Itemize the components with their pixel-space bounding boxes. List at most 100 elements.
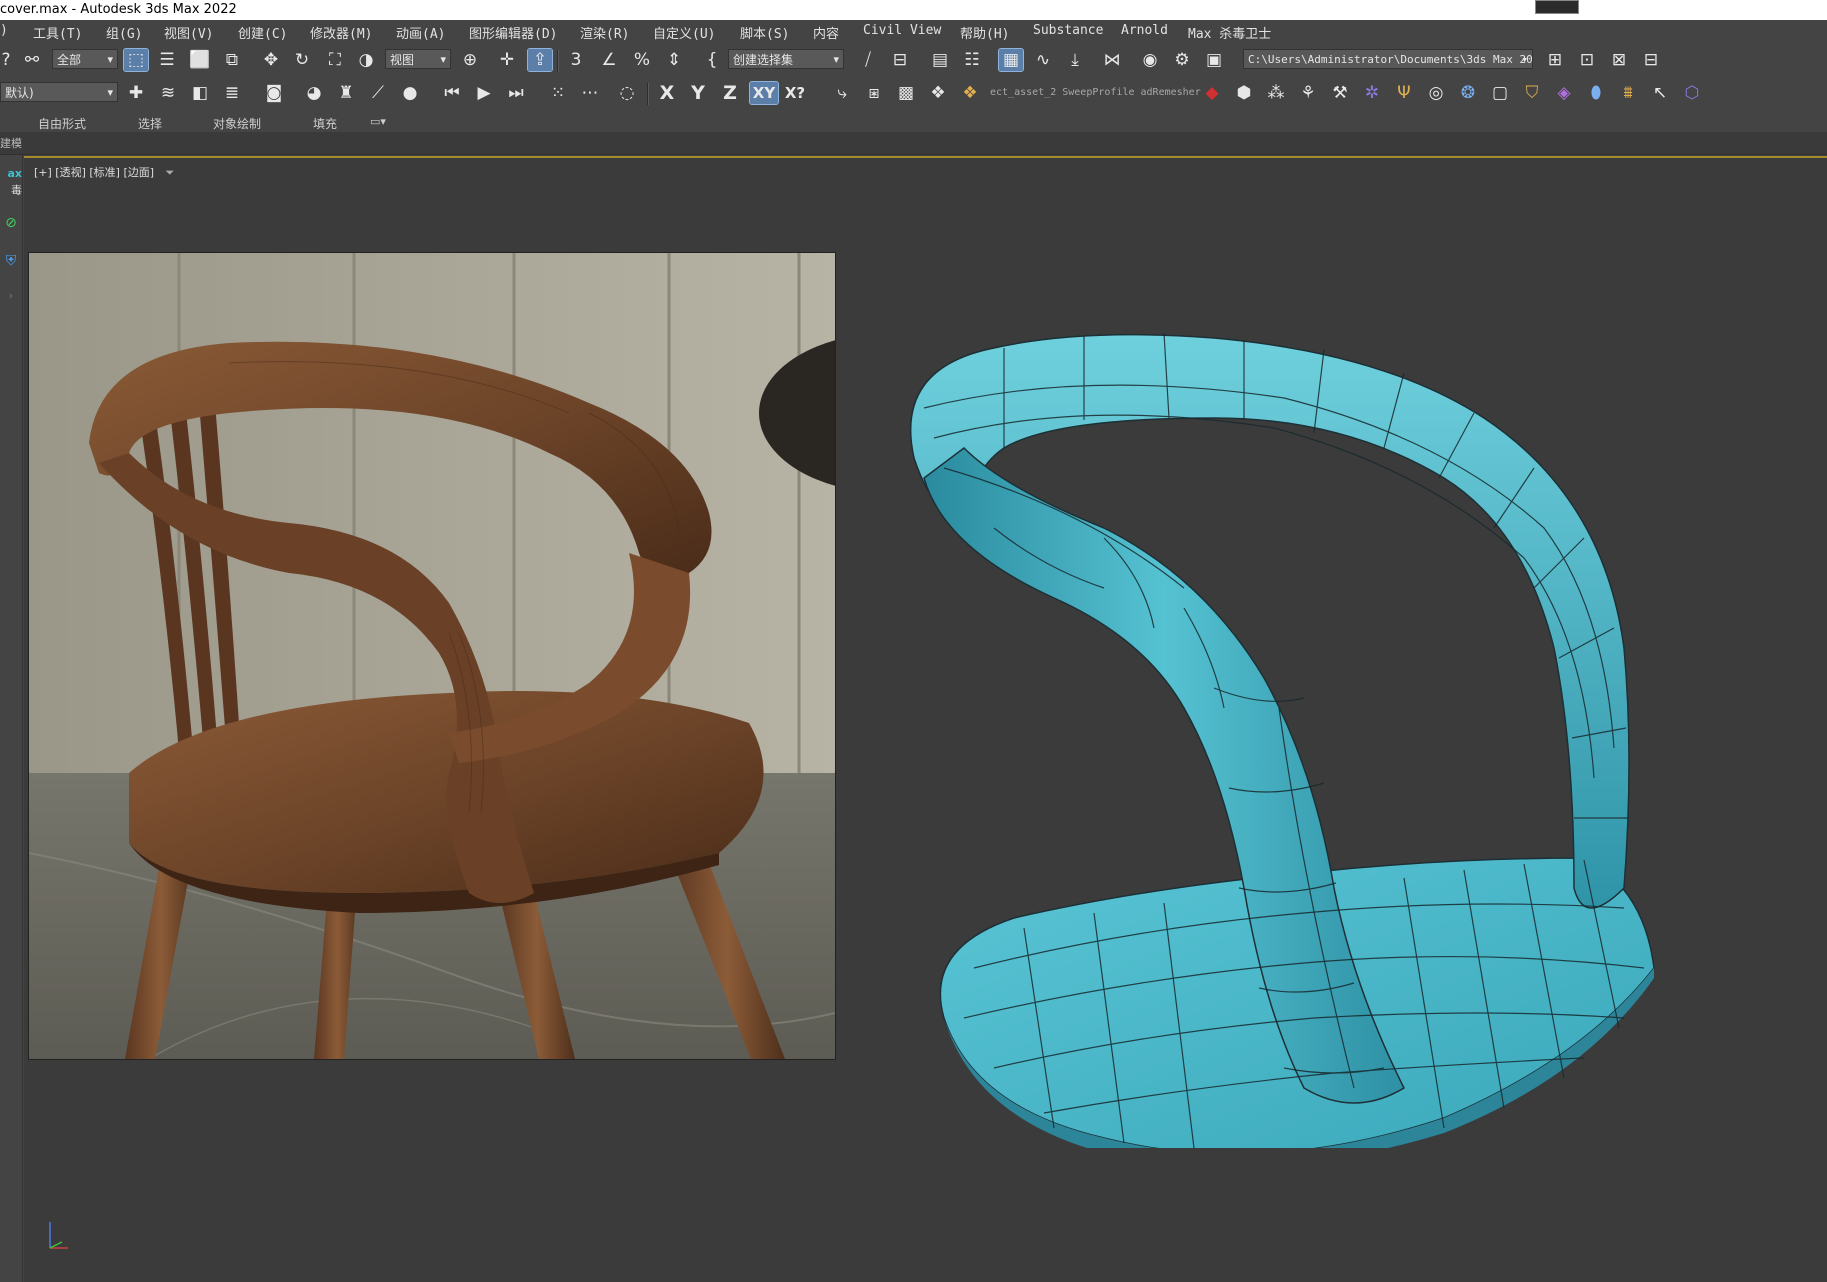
dope-sheet-icon[interactable]: ⤓	[1063, 49, 1087, 71]
project-open-icon[interactable]: ⊠	[1607, 49, 1631, 71]
menu-item[interactable]: 脚本(S)	[740, 23, 789, 42]
red-gem-icon[interactable]: ◆	[1200, 82, 1224, 104]
rewind-icon[interactable]: ⏮	[440, 82, 464, 104]
schematic-view-icon[interactable]: ⋈	[1100, 49, 1124, 71]
window-control-button[interactable]	[1535, 0, 1579, 14]
object-paint-icon[interactable]: ♜	[334, 82, 358, 104]
pivot-icon[interactable]: ⊕	[458, 49, 482, 71]
ribbon-toggle-icon[interactable]: ▦	[998, 48, 1024, 72]
edit-named-selection-icon[interactable]: {	[700, 49, 724, 71]
axis-y-button[interactable]: Y	[686, 82, 710, 104]
keyboard-shortcut-icon[interactable]: ⇪	[527, 48, 553, 72]
render-frame-icon[interactable]: ▣	[1202, 49, 1226, 71]
paint-icon[interactable]: ◕	[302, 82, 326, 104]
stack-icon[interactable]: ⧆	[862, 82, 886, 104]
move-icon[interactable]: ✥	[259, 49, 283, 71]
branch-icon[interactable]: ⚘	[1296, 82, 1320, 104]
selection-filter-dropdown[interactable]: 全部	[52, 49, 118, 69]
capsule-icon[interactable]: ⬮	[1584, 82, 1608, 104]
scene-explorer-icon[interactable]: ▤	[928, 49, 952, 71]
menu-item[interactable]: Civil View	[863, 23, 941, 38]
antivirus-icon[interactable]: ⊘	[1, 213, 21, 233]
play-icon[interactable]: ▶	[472, 82, 496, 104]
menu-item[interactable]: Arnold	[1121, 23, 1168, 38]
shield-gear-icon[interactable]: ⛨	[1, 251, 21, 271]
select-in-layer-icon[interactable]: ◧	[188, 82, 212, 104]
menu-item[interactable]: 视图(V)	[164, 23, 213, 42]
grid-dots-icon[interactable]: ⁙	[546, 82, 570, 104]
menu-item[interactable]: 创建(C)	[238, 23, 287, 42]
cursor-icon[interactable]: ↖	[1648, 82, 1672, 104]
menu-item[interactable]: Max 杀毒卫士	[1188, 23, 1271, 42]
rect-selection-icon[interactable]: ⬜	[188, 49, 212, 71]
swirl-icon[interactable]: ❂	[1456, 82, 1480, 104]
shield-icon[interactable]: ⛉	[1520, 82, 1544, 104]
expand-chevron-icon[interactable]: ›	[1, 285, 21, 305]
box-icon[interactable]: ⬡	[1680, 82, 1704, 104]
fork-icon[interactable]: Ψ	[1392, 82, 1416, 104]
menu-item[interactable]: Substance	[1033, 23, 1103, 38]
set-current-layer-icon[interactable]: ≣	[220, 82, 244, 104]
axis-constraint-button[interactable]: X?	[783, 82, 807, 104]
dotted-path-icon[interactable]: ⁂	[1264, 82, 1288, 104]
spider-icon[interactable]: ✲	[1360, 82, 1384, 104]
asset-cube-2-icon[interactable]: ❖	[958, 82, 982, 104]
angle-snap-icon[interactable]: ∠	[597, 49, 621, 71]
hierarchy-icon[interactable]: ⤷	[830, 82, 854, 104]
hammer-icon[interactable]: ⚒	[1328, 82, 1352, 104]
snap-3d-icon[interactable]: 3	[564, 49, 588, 71]
percent-snap-icon[interactable]: %	[630, 49, 654, 71]
axis-z-button[interactable]: Z	[718, 82, 742, 104]
add-to-layer-icon[interactable]: ≋	[156, 82, 180, 104]
menu-item[interactable]: 内容	[813, 23, 839, 42]
ribbon-tab-populate[interactable]: 填充	[313, 115, 337, 132]
asset-cube-icon[interactable]: ❖	[926, 82, 950, 104]
ribbon-options-icon[interactable]: ▭▾	[370, 115, 386, 128]
window-crossing-icon[interactable]: ⧉	[220, 49, 244, 71]
filter-icon[interactable]: ⏷	[166, 166, 175, 179]
align-icon[interactable]: ⊟	[888, 49, 912, 71]
checker-icon[interactable]: ▩	[894, 82, 918, 104]
ribbon-tab-freeform[interactable]: 自由形式	[38, 115, 86, 132]
link-icon[interactable]: ⚯	[20, 49, 44, 71]
project-save-icon[interactable]: ⊡	[1575, 49, 1599, 71]
ribbon-tab-selection[interactable]: 选择	[138, 115, 162, 132]
scale-icon[interactable]: ⛶	[323, 49, 347, 71]
forward-icon[interactable]: ⏭	[504, 82, 528, 104]
sphere-icon[interactable]: ●	[398, 82, 422, 104]
brush-icon[interactable]: ⟋	[366, 82, 390, 104]
curve-editor-icon[interactable]: ∿	[1031, 49, 1055, 71]
render-setup-icon[interactable]: ⚙	[1170, 49, 1194, 71]
project-path-dropdown[interactable]: C:\Users\Administrator\Documents\3ds Max…	[1243, 49, 1533, 69]
help-icon[interactable]: ?	[0, 49, 18, 71]
menu-item[interactable]: )	[0, 23, 8, 38]
cube-icon[interactable]: ⬢	[1232, 82, 1256, 104]
menu-item[interactable]: 组(G)	[106, 23, 142, 42]
layer-dropdown[interactable]: 默认)	[0, 82, 118, 102]
create-layer-icon[interactable]: ✚	[124, 82, 148, 104]
ribbon-tab-object-paint[interactable]: 对象绘制	[213, 115, 261, 132]
select-manipulate-icon[interactable]: ✛	[495, 49, 519, 71]
menu-item[interactable]: 工具(T)	[33, 23, 82, 42]
rotate-icon[interactable]: ↻	[290, 49, 314, 71]
project-folder-icon[interactable]: ⊞	[1543, 49, 1567, 71]
select-by-name-icon[interactable]: ☰	[155, 49, 179, 71]
axis-x-button[interactable]: X	[655, 82, 679, 104]
fence-icon[interactable]: ⩩	[1616, 82, 1640, 104]
disk-icon[interactable]: ◎	[1424, 82, 1448, 104]
chair-mesh-model[interactable]	[884, 328, 1764, 1148]
lasso-icon[interactable]: ◌	[615, 82, 639, 104]
mirror-icon[interactable]: ⧸	[856, 49, 880, 71]
render-icon[interactable]: ◙	[262, 82, 286, 104]
project-settings-icon[interactable]: ⊟	[1639, 49, 1663, 71]
named-selection-dropdown[interactable]: 创建选择集	[728, 49, 844, 69]
diamond-icon[interactable]: ◈	[1552, 82, 1576, 104]
menu-item[interactable]: 帮助(H)	[960, 23, 1009, 42]
menu-item[interactable]: 自定义(U)	[653, 23, 715, 42]
menu-item[interactable]: 图形编辑器(D)	[469, 23, 557, 42]
menu-item[interactable]: 动画(A)	[396, 23, 445, 42]
select-object-icon[interactable]: ⬚	[123, 48, 149, 72]
reference-coord-dropdown[interactable]: 视图	[385, 49, 451, 69]
frame-icon[interactable]: ▢	[1488, 82, 1512, 104]
axis-xy-button[interactable]: XY	[749, 81, 779, 105]
